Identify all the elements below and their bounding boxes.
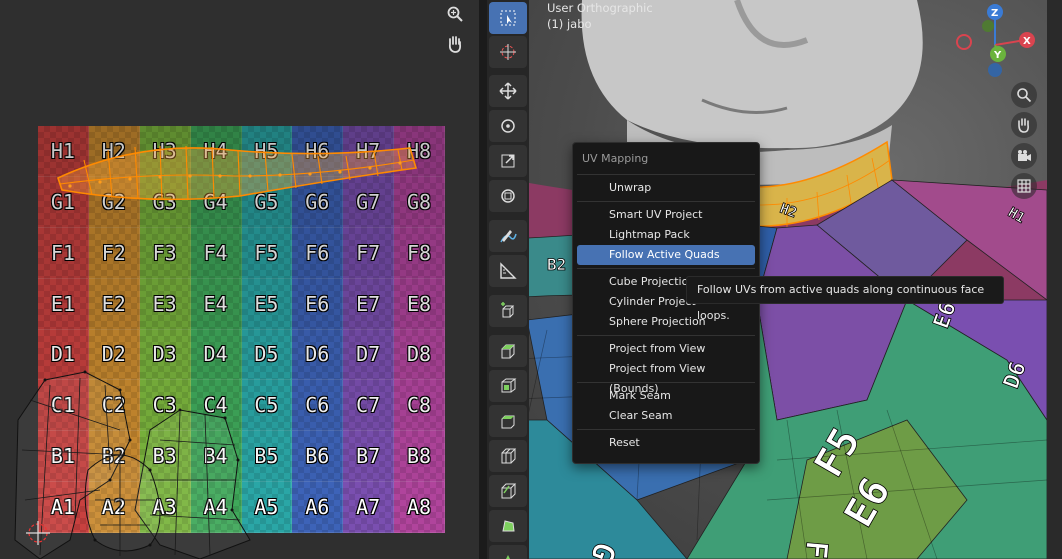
poly-build-icon[interactable] <box>489 510 527 542</box>
menu-item-lightmap-pack[interactable]: Lightmap Pack <box>577 225 755 245</box>
menu-separator <box>577 382 755 383</box>
menu-item-clear-seam[interactable]: Clear Seam <box>577 406 755 426</box>
move-icon[interactable] <box>489 75 527 107</box>
navigation-gizmo[interactable]: Z X Y <box>950 0 1050 90</box>
menu-separator <box>577 201 755 202</box>
inset-icon[interactable] <box>489 370 527 402</box>
menu-item-smart-uv-project[interactable]: Smart UV Project <box>577 205 755 225</box>
cursor-icon[interactable] <box>489 36 527 68</box>
viewport-info: User Orthographic (1) jabo <box>547 0 653 32</box>
select-box-icon[interactable] <box>489 2 527 34</box>
bevel-icon[interactable] <box>489 405 527 437</box>
texture-label: B2 <box>547 255 566 274</box>
menu-separator <box>577 174 755 175</box>
loop-cut-icon[interactable] <box>489 440 527 472</box>
zoom-icon[interactable] <box>1011 82 1037 108</box>
uv-editor-area[interactable]: H1H2H3H4H5H6H7H8G1G2G3G4G5G6G7G8F1F2F3F4… <box>0 0 479 559</box>
grid-icon[interactable] <box>1011 173 1037 199</box>
gizmo-neg-z-axis <box>988 63 1002 77</box>
gizmo-neg-x-axis <box>956 34 972 50</box>
menu-separator <box>577 335 755 336</box>
texture-label: F6 <box>796 539 834 559</box>
tool-shelf <box>487 0 529 559</box>
menu-item-reset[interactable]: Reset <box>577 433 755 453</box>
camera-icon[interactable] <box>1011 143 1037 169</box>
menu-item-project-from-view-bounds[interactable]: Project from View (Bounds) <box>577 359 755 395</box>
menu-item-project-from-view[interactable]: Project from View <box>577 339 755 359</box>
object-name: (1) jabo <box>547 17 592 31</box>
knife-icon[interactable] <box>489 475 527 507</box>
gizmo-z-label: Z <box>991 8 998 19</box>
annotate-icon[interactable] <box>489 220 527 252</box>
view-name: User Orthographic <box>547 1 653 15</box>
gizmo-y-label: Y <box>993 50 1002 61</box>
extrude-icon[interactable] <box>489 335 527 367</box>
rotate-icon[interactable] <box>489 110 527 142</box>
menu-separator <box>577 429 755 430</box>
transform-icon[interactable] <box>489 180 527 212</box>
hand-pan-icon[interactable] <box>443 32 467 56</box>
gizmo-x-label: X <box>1023 36 1031 47</box>
menu-item-mark-seam[interactable]: Mark Seam <box>577 386 755 406</box>
sidebar-toggle-strip[interactable] <box>1047 0 1062 559</box>
tooltip: Follow UVs from active quads along conti… <box>686 276 1004 322</box>
spin-icon[interactable] <box>489 545 527 559</box>
menu-separator <box>577 268 755 269</box>
menu-item-unwrap[interactable]: Unwrap <box>577 178 755 198</box>
scale-icon[interactable] <box>489 145 527 177</box>
area-divider[interactable] <box>479 0 487 559</box>
add-cube-icon[interactable] <box>489 295 527 327</box>
menu-item-follow-active-quads[interactable]: Follow Active Quads <box>577 245 755 265</box>
gizmo-neg-y-axis <box>982 20 994 32</box>
measure-icon[interactable] <box>489 255 527 287</box>
zoom-icon[interactable] <box>443 2 467 26</box>
menu-title: UV Mapping <box>582 152 649 165</box>
uv-mesh-overlay <box>14 145 418 559</box>
hand-pan-icon[interactable] <box>1011 112 1037 138</box>
